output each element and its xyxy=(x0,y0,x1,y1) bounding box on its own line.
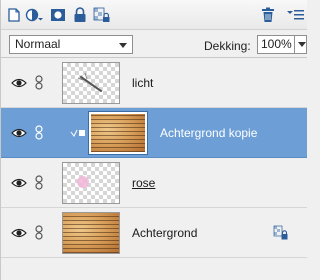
opacity-label: Dekking: xyxy=(204,39,251,53)
new-layer-icon[interactable] xyxy=(5,6,23,24)
link-icon[interactable] xyxy=(34,225,44,240)
layer-row-achtergrond[interactable]: Achtergrond xyxy=(1,208,307,258)
trash-icon[interactable] xyxy=(259,6,277,24)
layer-name[interactable]: rose xyxy=(132,158,155,208)
layer-row-rose[interactable]: rose xyxy=(1,158,307,208)
chevron-down-icon xyxy=(119,43,127,48)
layer-mask-icon[interactable] xyxy=(49,6,67,24)
link-icon[interactable] xyxy=(34,75,44,90)
panel-menu-icon[interactable] xyxy=(287,6,305,24)
blend-mode-select[interactable]: Normaal xyxy=(9,35,133,54)
adjustment-layer-icon[interactable] xyxy=(25,6,43,24)
clipping-indicator-icon xyxy=(70,129,85,137)
blend-mode-value: Normaal xyxy=(15,37,61,51)
lock-transparency-icon[interactable] xyxy=(93,6,111,24)
layer-thumbnail[interactable] xyxy=(62,212,120,254)
layers-list: licht Achtergrond kopie rose Achtergrond xyxy=(1,58,307,280)
layers-toolbar xyxy=(1,0,307,30)
layer-name[interactable]: Achtergrond xyxy=(132,208,197,258)
layer-row-licht[interactable]: licht xyxy=(1,58,307,108)
lock-all-icon[interactable] xyxy=(71,6,89,24)
layer-row-achtergrond-kopie[interactable]: Achtergrond kopie xyxy=(1,108,307,158)
opacity-field[interactable]: 100% xyxy=(257,35,307,54)
eye-icon[interactable] xyxy=(11,77,27,89)
layer-controls: Normaal Dekking: 100% xyxy=(1,30,307,58)
chevron-down-icon[interactable] xyxy=(298,42,306,47)
eye-icon[interactable] xyxy=(11,127,27,139)
layer-name[interactable]: licht xyxy=(132,58,153,108)
layer-name[interactable]: Achtergrond kopie xyxy=(160,108,257,158)
eye-icon[interactable] xyxy=(11,227,27,239)
opacity-value: 100% xyxy=(261,37,292,51)
layer-thumbnail[interactable] xyxy=(62,62,120,104)
layer-thumbnail[interactable] xyxy=(88,111,148,155)
link-icon[interactable] xyxy=(34,125,44,140)
link-icon[interactable] xyxy=(34,175,44,190)
layer-thumbnail[interactable] xyxy=(62,162,120,204)
eye-icon[interactable] xyxy=(11,177,27,189)
opacity-divider xyxy=(294,36,295,53)
lock-transparency-icon xyxy=(273,225,288,240)
layers-panel: Normaal Dekking: 100% licht Achtergrond … xyxy=(0,0,307,280)
